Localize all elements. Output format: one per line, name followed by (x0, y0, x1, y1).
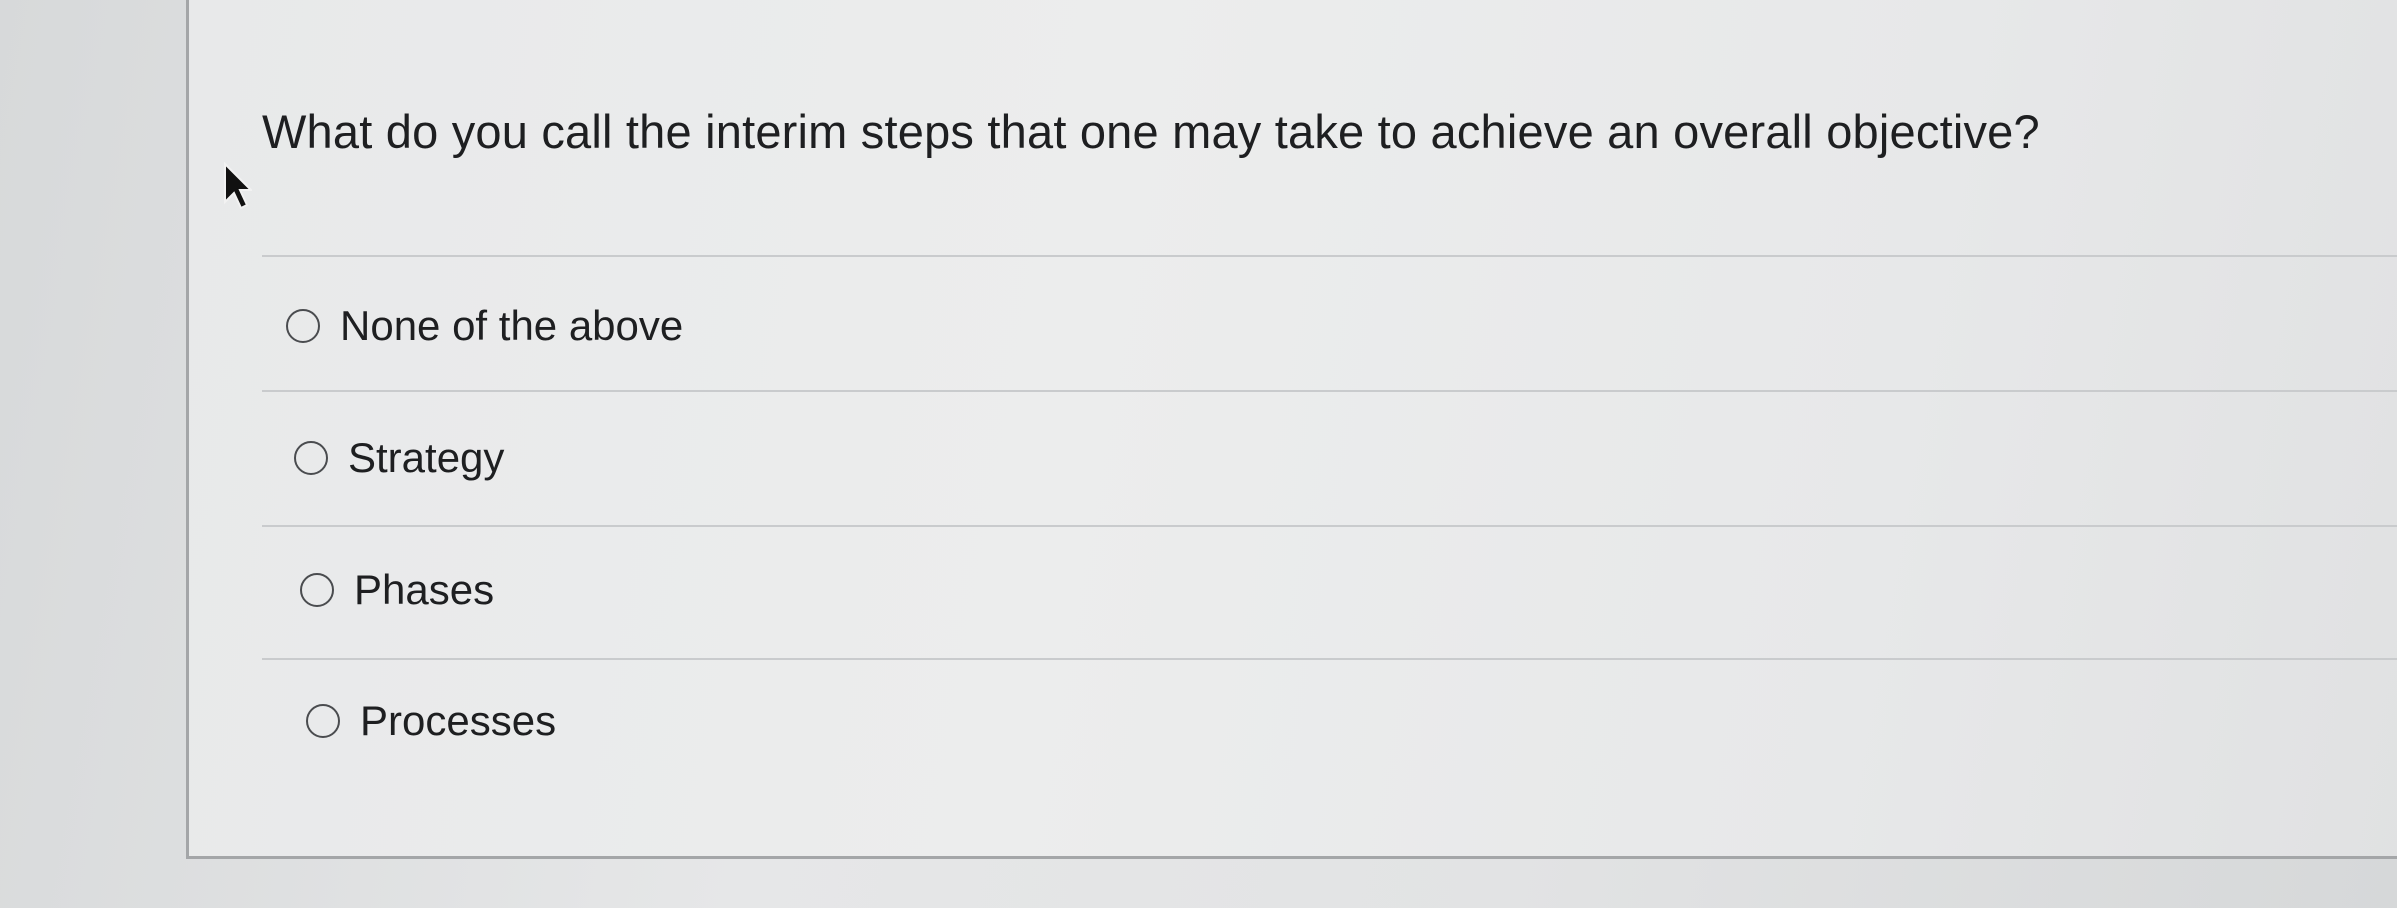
divider (262, 390, 2397, 392)
question-text: What do you call the interim steps that … (262, 105, 2040, 158)
radio-button[interactable] (294, 441, 328, 475)
divider (262, 658, 2397, 660)
screen: What do you call the interim steps that … (0, 0, 2397, 908)
option-label: Processes (360, 697, 557, 744)
option-label: None of the above (340, 302, 684, 349)
option-phases[interactable]: Phases (300, 566, 494, 614)
option-none-of-the-above[interactable]: None of the above (286, 302, 683, 350)
mouse-pointer-icon (224, 162, 252, 210)
radio-button[interactable] (286, 309, 320, 343)
option-label: Strategy (348, 434, 505, 481)
radio-button[interactable] (306, 704, 340, 738)
divider (262, 525, 2397, 527)
option-processes[interactable]: Processes (306, 697, 556, 745)
option-strategy[interactable]: Strategy (294, 434, 504, 482)
option-label: Phases (354, 566, 495, 613)
radio-button[interactable] (300, 573, 334, 607)
divider (262, 255, 2397, 257)
